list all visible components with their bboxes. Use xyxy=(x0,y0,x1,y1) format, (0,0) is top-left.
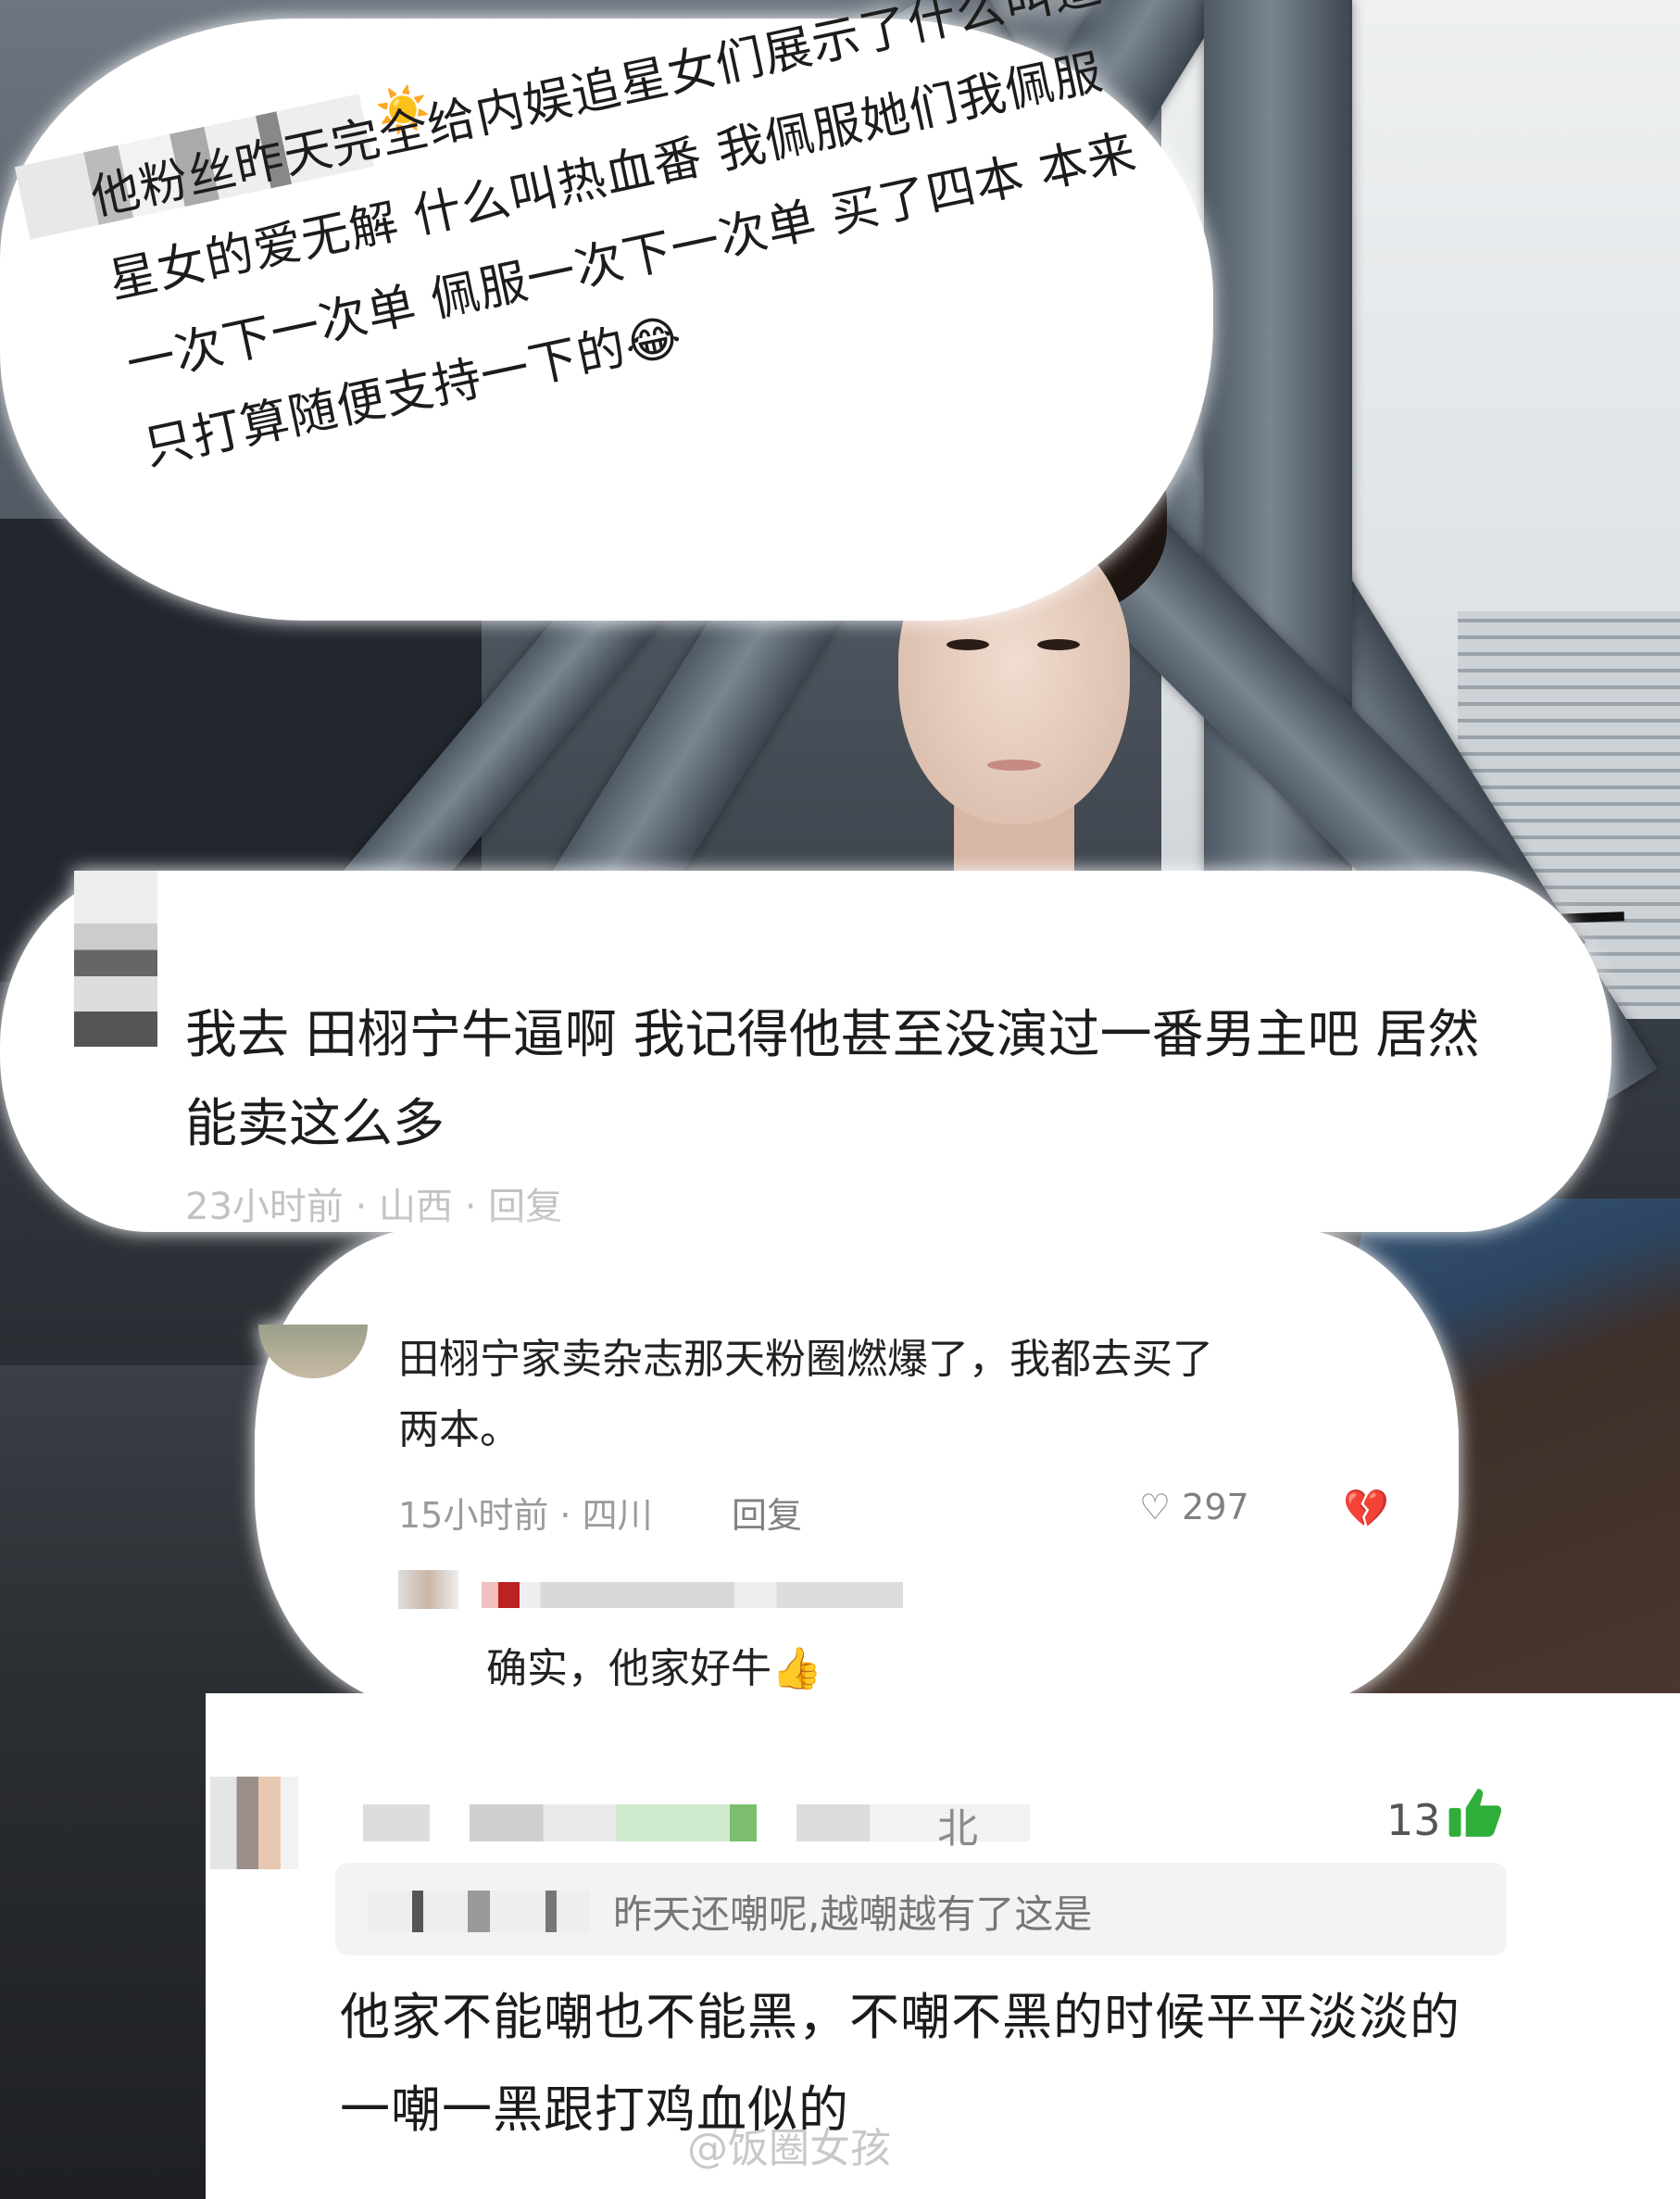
laughing-emoji-icon: 😂 xyxy=(620,308,688,375)
like-count: 13 xyxy=(1386,1795,1441,1845)
blurred-quoted-username xyxy=(368,1891,590,1932)
comment-time-location: 15小时前 · 四川 xyxy=(398,1495,653,1536)
eye xyxy=(1037,639,1080,650)
like-count: 297 xyxy=(1182,1487,1249,1527)
thumbs-up-icon[interactable] xyxy=(1447,1784,1504,1841)
reply-button[interactable]: 回复 xyxy=(732,1487,802,1538)
comment-bubble-1: ☀️ 他粉丝昨天完全给内娱追星女们展示了什么叫追星女的爱无解 什么叫热血番 我佩… xyxy=(0,0,1213,621)
heart-icon: ♡ xyxy=(1139,1487,1172,1527)
eye xyxy=(947,639,989,650)
mouth xyxy=(987,760,1041,771)
comment-card: 北 13 昨天还嘲呢,越嘲越有了这是 他家不能嘲也不能黑，不嘲不黑的时候平平淡淡… xyxy=(206,1693,1680,2199)
comment-text: 他家不能嘲也不能黑，不嘲不黑的时候平平淡淡的 一嘲一黑跟打鸡血似的 xyxy=(340,1988,1461,2139)
quoted-comment: 昨天还嘲呢,越嘲越有了这是 xyxy=(335,1863,1507,1955)
comment-region: 北 xyxy=(937,1805,978,1853)
blurred-sub-reply-username xyxy=(482,1582,903,1608)
comment-text-content: 他粉丝昨天完全给内娱追星女们展示了什么叫追星女的爱无解 什么叫热血番 我佩服她们… xyxy=(86,0,1142,477)
thumbs-up-emoji-icon: 👍 xyxy=(771,1645,822,1692)
avatar[interactable] xyxy=(210,1777,298,1869)
comment-text: 田栩宁家卖杂志那天粉圈燃爆了，我都去买了两本。 xyxy=(398,1336,1213,1453)
broken-heart-icon[interactable]: 💔 xyxy=(1343,1487,1389,1530)
sub-reply-avatar[interactable] xyxy=(398,1570,458,1609)
comment-text: 他粉丝昨天完全给内娱追星女们展示了什么叫追星女的爱无解 什么叫热血番 我佩服她们… xyxy=(83,0,1169,491)
comment-meta: 23小时前 · 山西 · 回复 xyxy=(185,1186,563,1228)
sub-reply-text: 确实，他家好牛 xyxy=(486,1645,771,1692)
comment-bubble-2: 我去 田栩宁牛逼啊 我记得他甚至没演过一番男主吧 居然能卖这么多 23小时前 ·… xyxy=(0,871,1611,1232)
comment-bubble-3: 田栩宁家卖杂志那天粉圈燃爆了，我都去买了两本。 15小时前 · 四川 回复 ♡ … xyxy=(255,1227,1459,1709)
avatar[interactable] xyxy=(258,1325,368,1378)
like-button[interactable]: ♡ 297 xyxy=(1139,1487,1249,1527)
blurred-username xyxy=(363,1804,1030,1841)
comment-text: 我去 田栩宁牛逼啊 我记得他甚至没演过一番男主吧 居然能卖这么多 xyxy=(185,1005,1480,1154)
blurred-avatar xyxy=(74,871,157,1047)
sub-reply: 确实，他家好牛👍 xyxy=(486,1635,822,1694)
quoted-text: 昨天还嘲呢,越嘲越有了这是 xyxy=(613,1891,1093,1937)
watermark: @饭圈女孩 xyxy=(687,2125,891,2172)
